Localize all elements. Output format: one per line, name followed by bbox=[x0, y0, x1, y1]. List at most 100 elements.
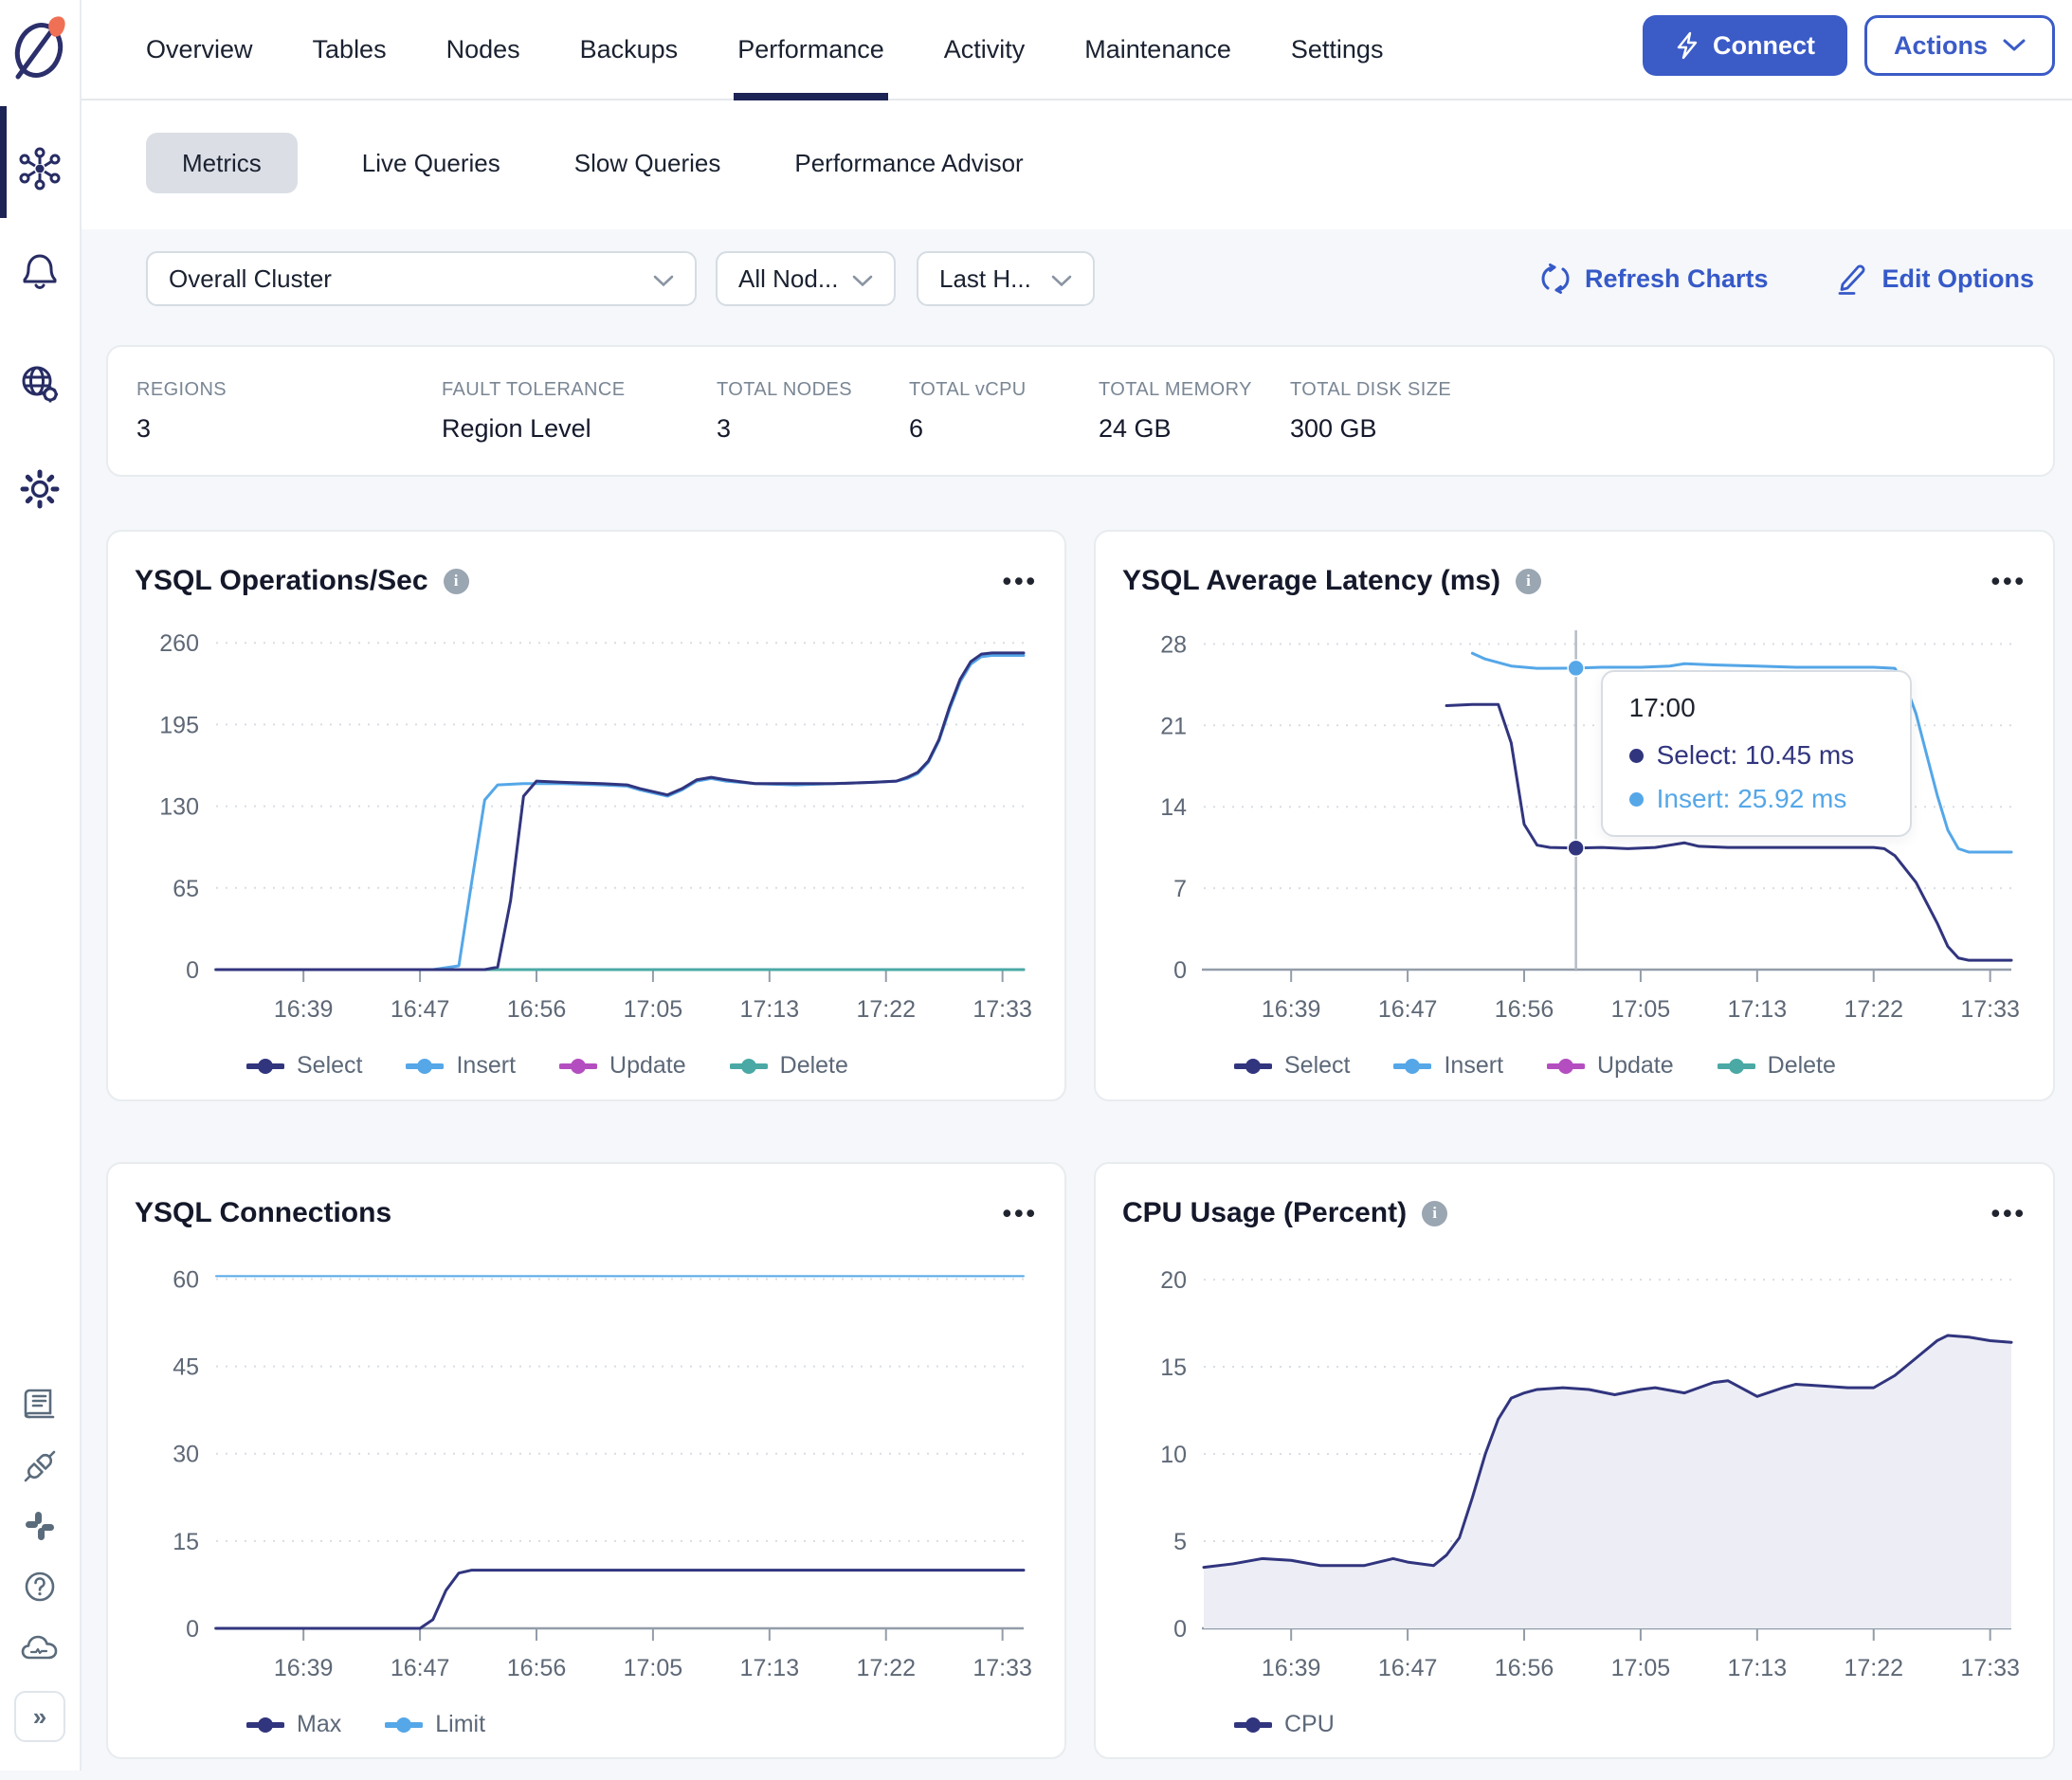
legend-marker-icon bbox=[1234, 1058, 1272, 1074]
cloud-status-icon[interactable] bbox=[20, 1631, 60, 1670]
subtab-live-queries[interactable]: Live Queries bbox=[353, 149, 510, 178]
help-icon[interactable] bbox=[21, 1568, 59, 1610]
info-icon[interactable]: i bbox=[1516, 568, 1542, 594]
y-tick-label: 45 bbox=[173, 1354, 199, 1381]
legend-item-delete[interactable]: Delete bbox=[1717, 1052, 1836, 1080]
subtab-slow-queries[interactable]: Slow Queries bbox=[565, 149, 731, 178]
legend-label: Delete bbox=[779, 1052, 848, 1079]
x-tick-label: 16:47 bbox=[1378, 1655, 1438, 1681]
chart-legend: Select Insert Update Delete bbox=[1234, 1052, 2027, 1080]
alerts-bell-icon[interactable] bbox=[19, 250, 61, 297]
legend-item-select[interactable]: Select bbox=[246, 1052, 362, 1080]
cluster-tabbar: Overview Tables Nodes Backups Performanc… bbox=[80, 0, 2072, 100]
chart-menu-button[interactable]: ••• bbox=[1003, 569, 1038, 594]
integrations-plug-icon[interactable] bbox=[21, 1447, 59, 1490]
y-tick-label: 30 bbox=[173, 1442, 199, 1468]
chart-plot: 0 15 30 45 60 16:39 16:47 16:56 17:05 17:13 17:22 1… bbox=[135, 1242, 1038, 1701]
y-tick-label: 130 bbox=[159, 794, 199, 821]
time-range-select[interactable]: Last H... bbox=[917, 251, 1095, 306]
yugabyte-logo[interactable] bbox=[9, 11, 70, 90]
legend-item-select[interactable]: Select bbox=[1234, 1052, 1350, 1080]
chart-plot: 0 5 10 15 20 16:39 16:47 16:56 17:05 17:13 17:22 17… bbox=[1122, 1242, 2027, 1701]
connect-button[interactable]: Connect bbox=[1642, 15, 1847, 76]
x-tick-label: 16:56 bbox=[1495, 1655, 1554, 1681]
y-tick-label: 260 bbox=[159, 630, 199, 657]
subtab-performance-advisor[interactable]: Performance Advisor bbox=[785, 149, 1032, 178]
legend-item-update[interactable]: Update bbox=[559, 1052, 686, 1080]
legend-marker-icon bbox=[406, 1058, 445, 1074]
legend-marker-icon bbox=[1234, 1716, 1272, 1733]
y-tick-label: 15 bbox=[1160, 1354, 1187, 1381]
x-tick-label: 16:39 bbox=[274, 996, 334, 1023]
pencil-icon bbox=[1835, 262, 1869, 296]
x-tick-label: 17:22 bbox=[1844, 1655, 1903, 1681]
legend-label: Insert bbox=[456, 1052, 517, 1079]
chart-legend: CPU bbox=[1234, 1711, 2027, 1738]
chart-tooltip: 17:00 Select: 10.45 ms Insert: 25.92 ms bbox=[1600, 670, 1912, 837]
subtab-metrics[interactable]: Metrics bbox=[146, 133, 298, 193]
y-tick-label: 195 bbox=[159, 712, 199, 738]
chart-menu-button[interactable]: ••• bbox=[1991, 1201, 2027, 1226]
y-tick-label: 0 bbox=[1173, 1616, 1187, 1643]
cluster-scope-select[interactable]: Overall Cluster bbox=[146, 251, 697, 306]
legend-label: Update bbox=[609, 1052, 686, 1079]
legend-item-cpu[interactable]: CPU bbox=[1234, 1711, 1335, 1738]
stat-total-nodes: TOTAL NODES 3 bbox=[717, 378, 852, 443]
legend-marker-icon bbox=[729, 1058, 768, 1074]
sidebar-expand-button[interactable]: » bbox=[14, 1691, 65, 1742]
x-tick-label: 17:22 bbox=[856, 1655, 916, 1681]
legend-marker-icon bbox=[1393, 1058, 1432, 1074]
x-tick-label: 17:05 bbox=[1611, 1655, 1671, 1681]
tab-overview[interactable]: Overview bbox=[146, 0, 253, 99]
edit-options-link[interactable]: Edit Options bbox=[1835, 262, 2034, 296]
legend-marker-icon bbox=[385, 1716, 424, 1733]
tab-backups[interactable]: Backups bbox=[580, 0, 679, 99]
refresh-charts-link[interactable]: Refresh Charts bbox=[1539, 263, 1769, 295]
stat-fault-tolerance: FAULT TOLERANCE Region Level bbox=[442, 378, 626, 443]
tab-nodes[interactable]: Nodes bbox=[446, 0, 520, 99]
tab-maintenance[interactable]: Maintenance bbox=[1084, 0, 1231, 99]
slack-icon[interactable] bbox=[21, 1507, 59, 1550]
x-tick-label: 17:05 bbox=[1611, 996, 1671, 1023]
docs-book-icon[interactable] bbox=[21, 1386, 59, 1428]
legend-item-max[interactable]: Max bbox=[246, 1711, 341, 1738]
tab-activity[interactable]: Activity bbox=[944, 0, 1026, 99]
legend-marker-icon bbox=[246, 1058, 284, 1074]
legend-item-limit[interactable]: Limit bbox=[385, 1711, 485, 1738]
legend-item-insert[interactable]: Insert bbox=[1393, 1052, 1503, 1080]
chart-title: YSQL Average Latency (ms) bbox=[1122, 565, 1501, 596]
tooltip-time: 17:00 bbox=[1628, 693, 1696, 722]
cluster-icon[interactable] bbox=[17, 146, 63, 196]
x-tick-label: 16:56 bbox=[507, 1655, 567, 1681]
actions-button[interactable]: Actions bbox=[1863, 15, 2055, 76]
tab-settings[interactable]: Settings bbox=[1291, 0, 1384, 99]
y-tick-label: 0 bbox=[1173, 957, 1187, 984]
nodes-select[interactable]: All Nod... bbox=[716, 251, 896, 306]
legend-marker-icon bbox=[1717, 1058, 1755, 1074]
chart-svg: 0 5 10 15 20 16:39 16:47 16:56 17:05 17:13 17:22 17… bbox=[1160, 1267, 2020, 1681]
y-tick-label: 0 bbox=[186, 1616, 199, 1643]
x-tick-label: 17:05 bbox=[624, 996, 683, 1023]
info-icon[interactable]: i bbox=[443, 568, 469, 594]
chart-menu-button[interactable]: ••• bbox=[1003, 1201, 1038, 1226]
legend-item-update[interactable]: Update bbox=[1547, 1052, 1674, 1080]
legend-item-delete[interactable]: Delete bbox=[729, 1052, 848, 1080]
y-tick-label: 5 bbox=[1173, 1529, 1187, 1555]
tab-performance[interactable]: Performance bbox=[734, 0, 888, 100]
tab-tables[interactable]: Tables bbox=[313, 0, 387, 99]
x-tick-label: 16:56 bbox=[507, 996, 567, 1023]
chart-menu-button[interactable]: ••• bbox=[1991, 569, 2027, 594]
legend-label: CPU bbox=[1284, 1711, 1335, 1737]
network-settings-globe-icon[interactable] bbox=[18, 362, 62, 410]
series-dot-icon bbox=[1628, 748, 1644, 763]
x-tick-label: 16:47 bbox=[1378, 996, 1438, 1023]
chevron-down-icon bbox=[653, 264, 674, 294]
lightning-icon bbox=[1675, 31, 1699, 60]
stat-total-vcpu: TOTAL vCPU 6 bbox=[909, 378, 1027, 443]
settings-gear-icon[interactable] bbox=[17, 466, 63, 517]
y-tick-label: 15 bbox=[173, 1529, 199, 1555]
x-tick-label: 17:33 bbox=[1960, 996, 2020, 1023]
legend-item-insert[interactable]: Insert bbox=[406, 1052, 516, 1080]
info-icon[interactable]: i bbox=[1422, 1200, 1448, 1226]
chart-plot: 0 65 130 195 260 16:39 16:47 16:56 17:05 17:13 17:… bbox=[135, 609, 1038, 1043]
